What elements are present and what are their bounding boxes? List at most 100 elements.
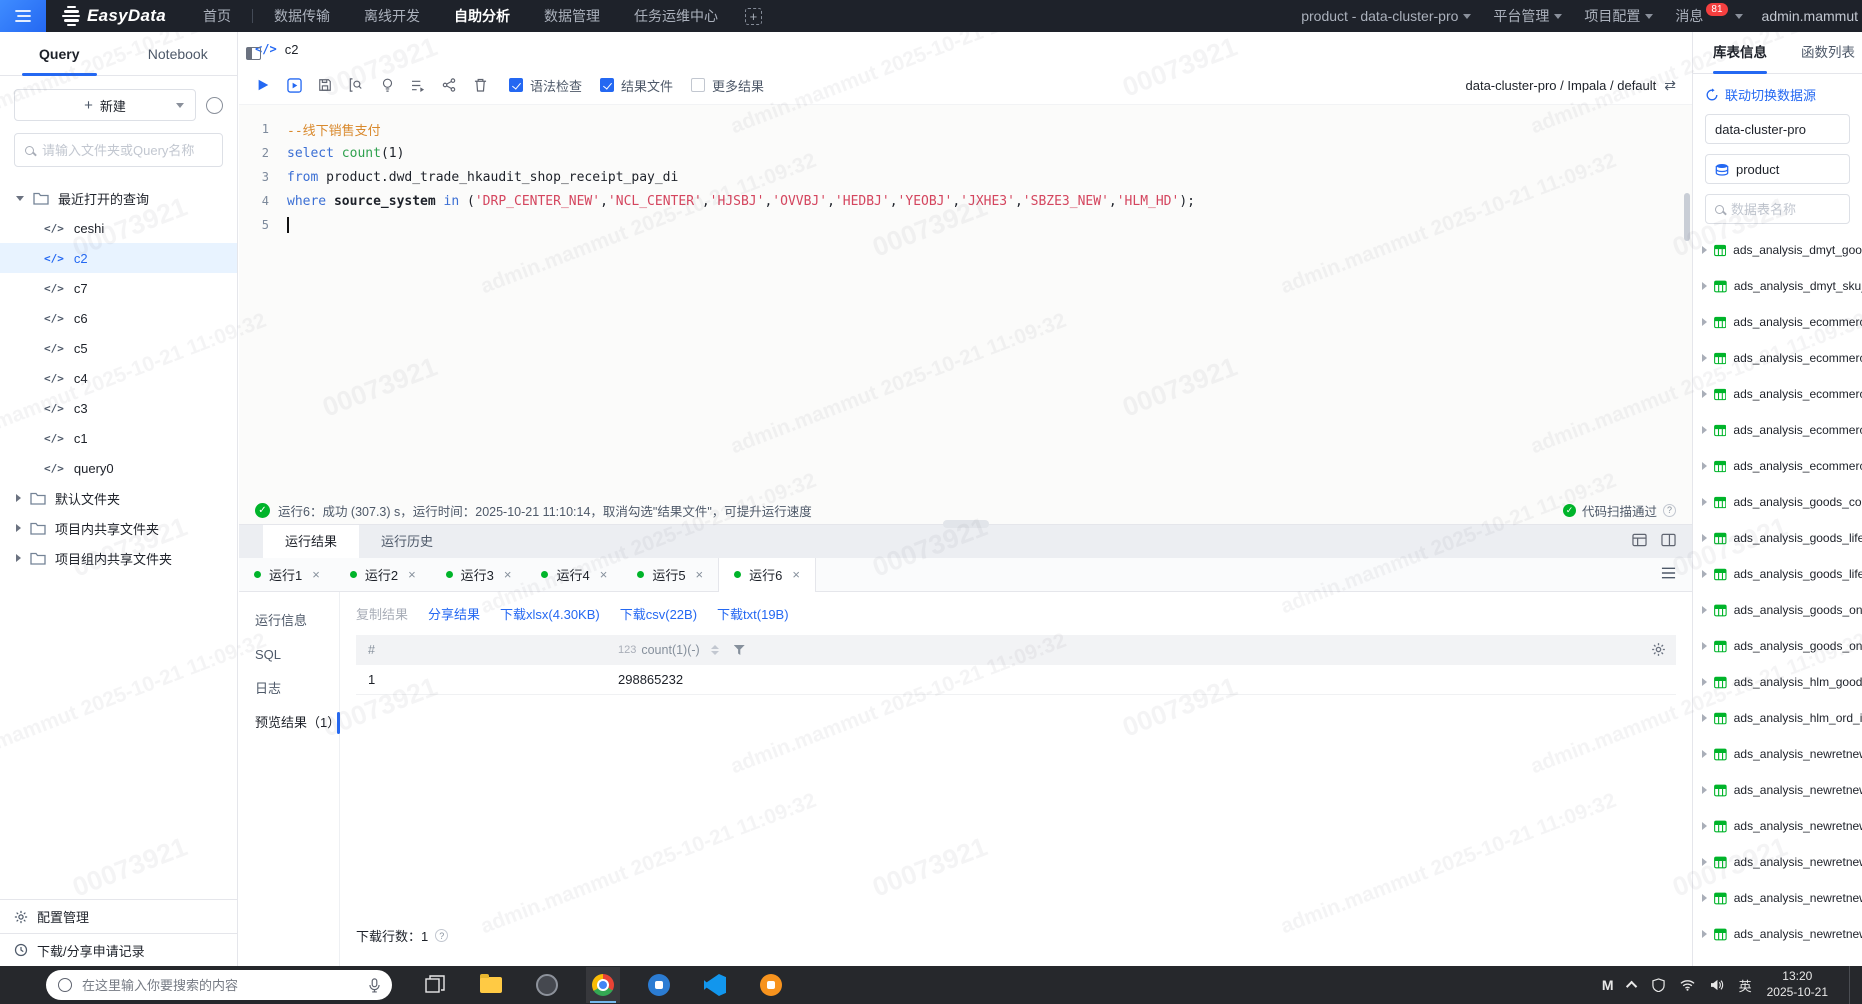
table-list-item[interactable]: ads_analysis_goods_onlin — [1693, 592, 1862, 628]
switch-datasource-link[interactable]: 联动切换数据源 — [1693, 74, 1862, 104]
switch-engine-icon[interactable]: ⇄ — [1664, 77, 1676, 94]
results-nav-运行信息[interactable]: 运行信息 — [239, 604, 339, 638]
query-file-item[interactable]: </> query0 — [0, 453, 237, 483]
checkbox-更多结果[interactable]: 更多结果 — [691, 76, 764, 95]
editor-tab-label[interactable]: c2 — [285, 42, 299, 57]
app-icon-2[interactable] — [754, 967, 788, 1003]
task-view-button[interactable] — [418, 967, 452, 1003]
caret-right-icon[interactable] — [1702, 282, 1707, 290]
action-link-4[interactable]: 下载csv(22B) — [620, 604, 697, 623]
tab-query[interactable]: Query — [0, 32, 119, 76]
table-list-item[interactable]: ads_analysis_ecommerce_ — [1693, 448, 1862, 484]
table-list-item[interactable]: ads_analysis_goods_comp — [1693, 484, 1862, 520]
table-list-item[interactable]: ads_analysis_newretnew_ — [1693, 736, 1862, 772]
query-file-item[interactable]: </> c7 — [0, 273, 237, 303]
query-file-item[interactable]: </> c4 — [0, 363, 237, 393]
tab-notebook[interactable]: Notebook — [119, 32, 238, 76]
checkbox-结果文件[interactable]: 结果文件 — [600, 76, 673, 95]
table-list-item[interactable]: ads_analysis_newretnew_ — [1693, 808, 1862, 844]
recent-queries-folder[interactable]: 最近打开的查询 — [0, 183, 237, 213]
taskbar-search[interactable] — [46, 970, 392, 1000]
table-search-input[interactable] — [1731, 201, 1840, 217]
action-link-1[interactable]: 复制结果 — [356, 604, 408, 623]
panel-resize-handle[interactable] — [942, 520, 989, 528]
run-tab-运行4[interactable]: 运行4 × — [526, 558, 622, 592]
table-list-item[interactable]: ads_analysis_newretnew_ — [1693, 844, 1862, 880]
query-file-item[interactable]: </> c6 — [0, 303, 237, 333]
nav-item-6[interactable]: 任务运维中心 — [617, 0, 735, 32]
table-list-item[interactable]: ads_analysis_ecommerce_ — [1693, 376, 1862, 412]
query-file-item[interactable]: </> c1 — [0, 423, 237, 453]
close-icon[interactable]: × — [504, 567, 512, 582]
project-selector-dropdown[interactable]: product - data-cluster-pro — [1290, 8, 1482, 24]
table-list-item[interactable]: ads_analysis_dmyt_goods_ — [1693, 232, 1862, 268]
tab-run-history[interactable]: 运行历史 — [359, 525, 455, 558]
action-link-3[interactable]: 下载xlsx(4.30KB) — [500, 604, 600, 623]
caret-right-icon[interactable] — [1702, 570, 1707, 578]
volume-icon[interactable] — [1710, 979, 1724, 991]
run-tab-运行3[interactable]: 运行3 × — [431, 558, 527, 592]
sidebar-search-input[interactable] — [42, 142, 212, 158]
close-icon[interactable]: × — [408, 567, 416, 582]
table-list-item[interactable]: ads_analysis_goods_onsa — [1693, 628, 1862, 664]
chat-app-icon[interactable] — [642, 967, 676, 1003]
caret-right-icon[interactable] — [1702, 534, 1707, 542]
sql-editor[interactable]: 1 --线下销售支付 2 select count(1) 3 from product.d… — [239, 104, 1692, 496]
caret-right-icon[interactable] — [1702, 318, 1707, 326]
nav-item-4[interactable]: 自助分析 — [437, 0, 527, 32]
filter-icon[interactable] — [733, 645, 745, 655]
messages-menu[interactable]: 消息 81 — [1664, 2, 1753, 26]
table-list-item[interactable]: ads_analysis_goods_life_c — [1693, 520, 1862, 556]
tray-expand-icon[interactable] — [1625, 980, 1637, 993]
caret-right-icon[interactable] — [1702, 894, 1707, 902]
save-icon[interactable] — [317, 77, 333, 93]
table-list-item[interactable]: ads_analysis_newretnew_ — [1693, 772, 1862, 808]
add-module-button[interactable]: + — [744, 7, 762, 25]
share-icon[interactable] — [441, 77, 457, 93]
collapse-sidebar-icon[interactable] — [246, 47, 261, 60]
delete-icon[interactable] — [472, 77, 488, 93]
run-tab-运行2[interactable]: 运行2 × — [335, 558, 431, 592]
help-icon[interactable]: ? — [435, 929, 449, 942]
help-icon[interactable]: ? — [1663, 503, 1676, 517]
nav-item-3[interactable]: 离线开发 — [347, 0, 437, 32]
taskbar-search-input[interactable] — [82, 977, 359, 993]
checkbox-icon[interactable] — [691, 78, 706, 92]
query-file-item[interactable]: </> c5 — [0, 333, 237, 363]
action-link-2[interactable]: 分享结果 — [428, 604, 480, 623]
app-icon[interactable] — [530, 967, 564, 1003]
file-explorer-icon[interactable] — [474, 967, 508, 1003]
caret-right-icon[interactable] — [1702, 462, 1707, 470]
tab-run-results[interactable]: 运行结果 — [263, 525, 360, 558]
database-selector[interactable]: product — [1705, 154, 1850, 184]
network-icon[interactable] — [1680, 979, 1695, 991]
results-nav-日志[interactable]: 日志 — [239, 672, 339, 706]
microphone-icon[interactable] — [369, 977, 380, 993]
action-link-5[interactable]: 下载txt(19B) — [717, 604, 789, 623]
show-desktop-button[interactable] — [1849, 966, 1854, 1004]
nav-item-2[interactable]: 数据传输 — [257, 0, 347, 32]
folder-item[interactable]: 默认文件夹 — [0, 483, 237, 513]
cluster-input-field[interactable] — [1715, 121, 1840, 137]
hamburger-menu-button[interactable] — [0, 0, 46, 32]
results-nav-SQL[interactable]: SQL — [239, 638, 339, 672]
table-list-item[interactable]: ads_analysis_goods_lifecy — [1693, 556, 1862, 592]
caret-right-icon[interactable] — [1702, 714, 1707, 722]
caret-right-icon[interactable] — [1702, 426, 1707, 434]
caret-right-icon[interactable] — [1702, 354, 1707, 362]
run-tabs-menu-icon[interactable] — [1661, 567, 1692, 582]
close-icon[interactable]: × — [600, 567, 608, 582]
new-query-button[interactable]: + 新建 — [14, 89, 196, 121]
caret-right-icon[interactable] — [1702, 642, 1707, 650]
nav-item-5[interactable]: 数据管理 — [527, 0, 617, 32]
close-icon[interactable]: × — [792, 567, 800, 582]
caret-right-icon[interactable] — [1702, 498, 1707, 506]
caret-right-icon[interactable] — [1702, 246, 1707, 254]
user-menu[interactable]: admin.mammut — [1754, 8, 1862, 24]
close-icon[interactable]: × — [312, 567, 320, 582]
checkbox-icon[interactable] — [509, 78, 523, 92]
table-list-item[interactable]: ads_analysis_newretnew_ — [1693, 880, 1862, 916]
config-management-item[interactable]: 配置管理 — [0, 900, 237, 933]
query-file-item[interactable]: </> ceshi — [0, 213, 237, 243]
language-indicator[interactable]: 英 — [1739, 976, 1752, 995]
